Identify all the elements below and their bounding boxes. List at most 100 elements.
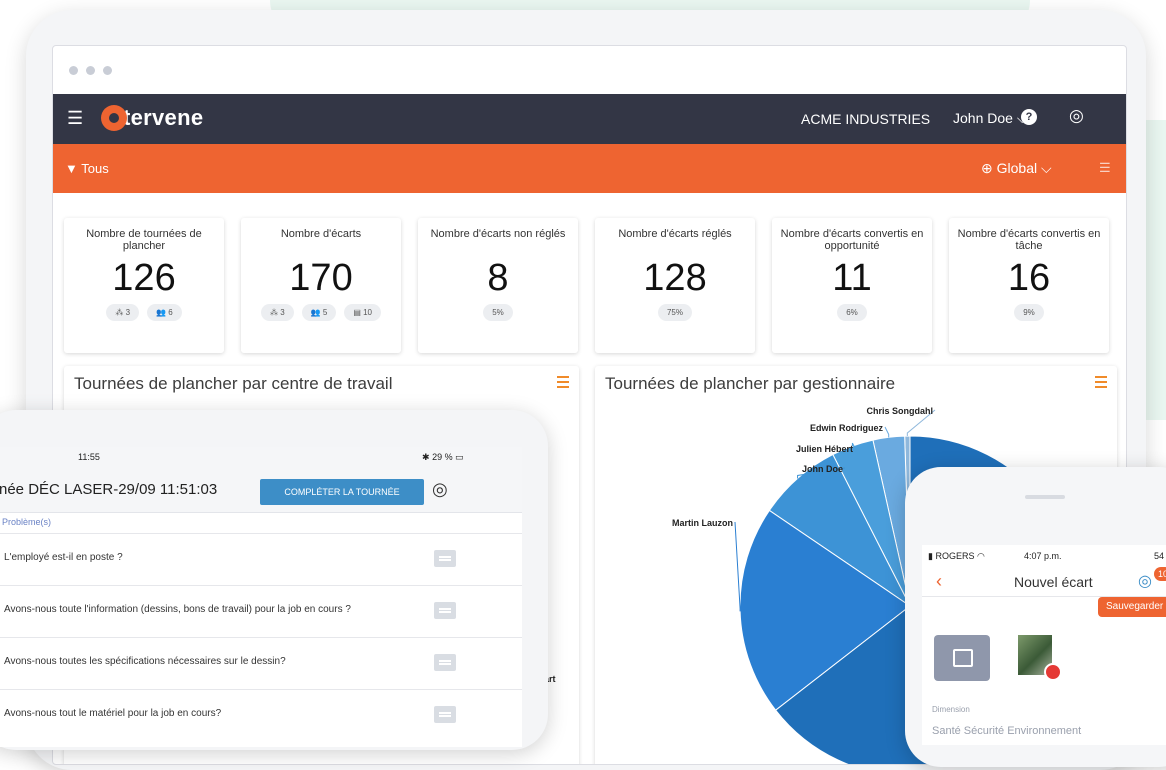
pie-label: Chris Songdahl [866,406,933,416]
scope-label: Global [996,160,1038,176]
card-value: 11 [832,257,872,299]
pie-leader-line [734,521,741,612]
kpi-card-opportunite[interactable]: Nombre d'écarts convertis en opportunité… [772,218,932,353]
kpi-card-tache[interactable]: Nombre d'écarts convertis en tâche 16 9% [949,218,1109,353]
pie-label: Martin Lauzon [672,518,733,528]
kpi-card-tournees[interactable]: Nombre de tournées de plancher 126 ⁂ 3 👥 … [64,218,224,353]
wifi-icon: ◠ [977,551,985,561]
card-value: 126 [112,257,176,299]
kpi-card-non-regles[interactable]: Nombre d'écarts non réglés 8 5% [418,218,578,353]
chip-hierarchy: ⁂ 3 [106,304,140,321]
comment-icon[interactable] [434,602,456,619]
kpi-card-regles[interactable]: Nombre d'écarts réglés 128 75% [595,218,755,353]
add-image-icon[interactable] [934,635,990,681]
dimension-label: Dimension [932,705,970,714]
question-text: Avons-nous tout le matériel pour la job … [4,708,222,719]
card-label: Nombre d'écarts [280,228,362,240]
tablet-header: rnée DÉC LASER-29/09 11:51:03 COMPLÉTER … [0,469,522,513]
card-label: Nombre de tournées de plancher [86,228,202,252]
problems-section-label: Problème(s) [2,517,52,527]
chip-value: 3 [125,308,131,317]
hierarchy-icon: ⁂ [269,308,278,317]
chevron-down-icon: ⌵ [1040,160,1052,176]
card-label: Nombre d'écarts convertis en tâche [957,228,1101,252]
chip-value: 5 [322,308,328,317]
checklist-row[interactable]: Avons-nous toutes les spécifications néc… [0,637,522,689]
filter-bar: ▼ Tous ⊕ Global ⌵ ☰ [53,144,1126,193]
phone-screen: ▮ ROGERS ◠ 4:07 p.m. 54 % ‹ Nouvel écart… [922,545,1166,745]
back-chevron-icon[interactable]: ‹ [936,571,942,592]
tervene-logo[interactable]: tervene [101,105,203,131]
scope-selector[interactable]: ⊕ Global ⌵ [981,160,1052,177]
help-icon[interactable]: ? [1021,109,1037,125]
question-text: Avons-nous toutes les spécifications néc… [4,656,286,667]
pie-label: Edwin Rodriguez [810,423,883,433]
card-value: 128 [643,257,707,299]
chip-value: 6 [168,308,173,317]
comment-icon[interactable] [434,654,456,671]
chip-people: 👥 5 [301,304,337,321]
top-navigation-bar: ☰ tervene ACME INDUSTRIES John Doe ⌵ ? ◎ [53,94,1126,144]
notification-badge: 10 [1154,567,1166,581]
signal-icon[interactable]: ◎ [432,479,448,500]
card-label: Nombre d'écarts non réglés [430,228,566,240]
chip-percent: 6% [837,304,867,321]
card-label: Nombre d'écarts convertis en opportunité [780,228,924,252]
checklist-row[interactable]: Avons-nous tout le matériel pour la job … [0,689,522,741]
bluetooth-icon: ✱ [422,452,430,462]
user-menu[interactable]: John Doe ⌵ [953,110,1027,127]
panel-title: Tournées de plancher par centre de trava… [74,374,393,393]
kpi-card-ecarts[interactable]: Nombre d'écarts 170 ⁂ 3 👥 5 ▤ 10 [241,218,401,353]
question-text: L'employé est-il en poste ? [4,552,123,563]
pie-label: Julien Hébert [796,444,853,454]
comment-icon[interactable] [434,706,456,723]
phone-title: Nouvel écart [1014,574,1093,590]
checklist-row[interactable]: L'employé est-il en poste ? [0,533,522,585]
checklist-row[interactable]: Avons-nous toute l'information (dessins,… [0,585,522,637]
window-dots [69,66,112,75]
chip-percent: 9% [1014,304,1044,321]
chip-value: 10 [363,308,373,317]
phone-speaker [1025,495,1065,499]
pie-leader-line [884,426,890,438]
phone-time: 4:07 p.m. [1024,551,1062,561]
pie-label: John Doe [802,464,843,474]
signal-bars-icon: ▮ [928,551,933,561]
card-value: 8 [487,257,509,299]
phone-battery: 54 % [1154,551,1166,561]
battery-icon: ▭ [455,452,464,462]
chip-hierarchy: ⁂ 3 [260,304,294,321]
sort-lines-icon[interactable]: ☰ [1099,160,1111,176]
chip-percent: 5% [483,304,513,321]
globe-icon: ⊕ [981,160,993,176]
phone-status-bar: ▮ ROGERS ◠ 4:07 p.m. 54 % [922,545,1166,567]
comment-icon[interactable] [434,550,456,567]
card-value: 170 [289,257,353,299]
dimension-select[interactable]: Santé Sécurité Environnement [932,725,1081,737]
people-icon: 👥 [156,308,166,317]
delete-photo-icon[interactable] [1044,663,1062,681]
tablet-battery-group: ✱ 29 % ▭ [422,452,464,463]
save-button[interactable]: Sauvegarder [1098,597,1166,617]
user-name: John Doe [953,110,1013,126]
id-card-icon: ▤ [353,308,361,317]
filter-all[interactable]: ▼ Tous [65,161,109,176]
people-icon: 👥 [310,308,321,317]
panel-menu-icon[interactable] [557,376,569,391]
phone-nav-bar: ‹ Nouvel écart ◎ 10 [922,567,1166,597]
chip-value: 3 [280,308,285,317]
complete-round-button[interactable]: COMPLÉTER LA TOURNÉE [260,479,424,505]
card-value: 16 [1007,257,1051,299]
card-label: Nombre d'écarts réglés [618,228,732,240]
tablet-status-bar: 11:55 ✱ 29 % ▭ [0,447,522,469]
signal-icon[interactable]: ◎ [1069,106,1084,126]
tablet-battery: 29 % [432,452,453,462]
phone-carrier: ROGERS [935,551,975,561]
filter-label: Tous [81,161,109,176]
hierarchy-icon: ⁂ [115,308,124,317]
signal-icon[interactable]: ◎ [1138,571,1152,591]
hamburger-menu-icon[interactable]: ☰ [67,108,83,128]
chip-cards: ▤ 10 [344,304,382,321]
gear-logo-icon [101,105,127,131]
company-name[interactable]: ACME INDUSTRIES [801,111,930,127]
